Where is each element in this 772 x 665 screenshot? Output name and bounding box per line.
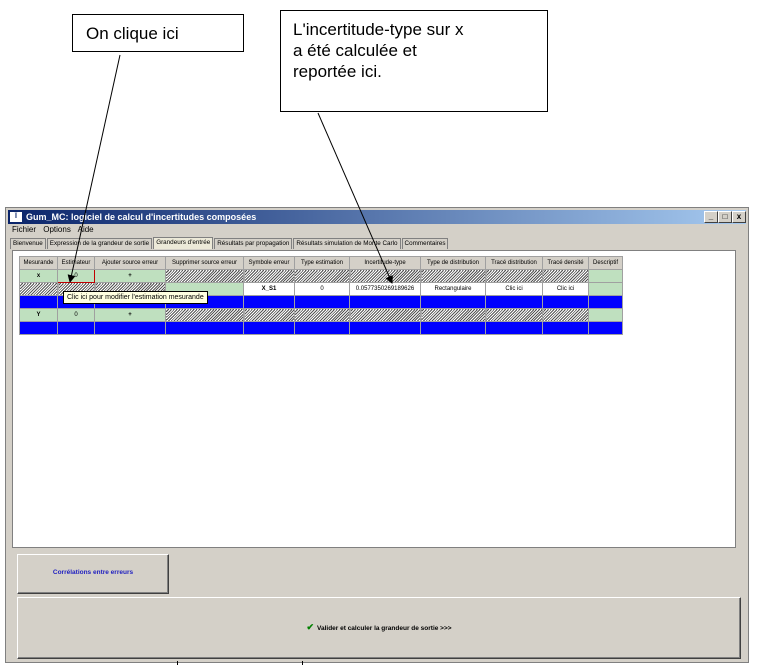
header-type-distribution: Type de distribution: [420, 256, 486, 270]
tab-commentaires[interactable]: Commentaires: [401, 238, 449, 249]
header-mesurande: Mesurande: [19, 256, 58, 270]
cell-hatched: [542, 308, 589, 322]
tab-bienvenue[interactable]: Bienvenue: [10, 238, 46, 249]
table-row: x 0 +: [19, 269, 623, 283]
cell-descriptif-y[interactable]: [588, 308, 623, 322]
add-source-button-y[interactable]: +: [94, 308, 166, 322]
cell-symbole-erreur[interactable]: X_S1: [243, 282, 295, 296]
cell-trace-distribution[interactable]: Clic ici: [485, 282, 543, 296]
app-icon: Î: [10, 212, 22, 222]
cell-hatched: [420, 308, 486, 322]
cell-hatched: [243, 269, 295, 283]
window-title: Gum_MC: logiciel de calcul d'incertitude…: [26, 212, 257, 222]
grid-header-row: Mesurande Estimateur Ajouter source erre…: [19, 256, 623, 270]
tab-grandeurs-entree[interactable]: Grandeurs d'entrée: [153, 237, 214, 249]
cell-estimateur-y[interactable]: 0: [57, 308, 95, 322]
cell-mesurande-x[interactable]: x: [19, 269, 58, 283]
callout-click-here: On clique ici: [72, 14, 244, 52]
tab-expression[interactable]: Expression de la grandeur de sortie: [46, 238, 153, 249]
cell-hatched: [165, 269, 244, 283]
header-descriptif: Descriptif: [588, 256, 623, 270]
title-bar: Î Gum_MC: logiciel de calcul d'incertitu…: [8, 210, 746, 224]
cell-hatched: [19, 282, 58, 296]
cell-incertitude-type: 0.0577350269189626: [349, 282, 421, 296]
tab-resultats-propagation[interactable]: Résultats par propagation: [214, 238, 293, 249]
tab-resultats-monte-carlo[interactable]: Résultats simulation de Monte Carlo: [293, 238, 401, 249]
close-button[interactable]: x: [732, 211, 746, 223]
maximize-button[interactable]: □: [718, 211, 732, 223]
table-row: [19, 321, 623, 335]
add-source-button-x[interactable]: +: [94, 269, 166, 283]
minimize-button[interactable]: _: [704, 211, 718, 223]
cell-hatched: [294, 308, 350, 322]
tab-strip: Bienvenue Expression de la grandeur de s…: [10, 237, 449, 249]
validate-button-label: Valider et calculer la grandeur de sorti…: [316, 625, 452, 632]
header-symbole-erreur: Symbole erreur: [243, 256, 295, 270]
cell-hatched: [349, 269, 421, 283]
header-trace-densite: Tracé densité: [542, 256, 589, 270]
cell-type-distribution[interactable]: Rectangulaire: [420, 282, 486, 296]
correlations-button-label: Corrélations entre erreurs: [52, 569, 134, 576]
callout-uncertainty-line-2: a été calculée et: [293, 41, 417, 60]
cell-hatched: [420, 269, 486, 283]
cell-hatched: [294, 269, 350, 283]
app-window: Î Gum_MC: logiciel de calcul d'incertitu…: [5, 207, 749, 663]
header-ajouter-source: Ajouter source erreur: [94, 256, 166, 270]
callout-uncertainty-line-3: reportée ici.: [293, 62, 382, 81]
checkmark-icon: ✔: [306, 622, 314, 632]
cell-mesurande-y[interactable]: Y: [19, 308, 58, 322]
input-quantities-panel: Mesurande Estimateur Ajouter source erre…: [12, 250, 736, 548]
header-estimateur: Estimateur: [57, 256, 95, 270]
cell-descriptif-x[interactable]: [588, 269, 623, 283]
header-incertitude-type: Incertitude-type: [349, 256, 421, 270]
menu-options[interactable]: Options: [43, 225, 71, 234]
header-type-estimation: Type estimation: [294, 256, 350, 270]
cell-type-estimation[interactable]: 0: [294, 282, 350, 296]
cell-hatched: [485, 308, 543, 322]
correlations-button[interactable]: Corrélations entre erreurs: [17, 554, 169, 594]
menu-bar: Fichier Options Aide: [12, 225, 99, 237]
callout-uncertainty: L'incertitude-type sur x a été calculée …: [280, 10, 548, 112]
header-trace-distribution: Tracé distribution: [485, 256, 543, 270]
menu-aide[interactable]: Aide: [78, 225, 94, 234]
cell-hatched: [485, 269, 543, 283]
cell-trace-densite[interactable]: Clic ici: [542, 282, 589, 296]
validate-button[interactable]: ✔ Valider et calculer la grandeur de sort…: [17, 597, 741, 659]
cell-hatched: [349, 308, 421, 322]
cell-hatched: [243, 308, 295, 322]
menu-fichier[interactable]: Fichier: [12, 225, 36, 234]
cell-hatched: [165, 308, 244, 322]
crop-mark: [177, 661, 178, 665]
crop-mark: [302, 661, 303, 665]
tooltip: Clic ici pour modifier l'estimation mesu…: [63, 291, 208, 304]
header-supprimer-source: Supprimer source erreur: [165, 256, 244, 270]
cell-hatched: [542, 269, 589, 283]
cell-descriptif-error[interactable]: [588, 282, 623, 296]
table-row: Y 0 +: [19, 308, 623, 322]
callout-click-text: On clique ici: [86, 24, 179, 43]
callout-uncertainty-line-1: L'incertitude-type sur x: [293, 20, 464, 39]
cell-estimateur-x[interactable]: 0: [57, 269, 95, 283]
